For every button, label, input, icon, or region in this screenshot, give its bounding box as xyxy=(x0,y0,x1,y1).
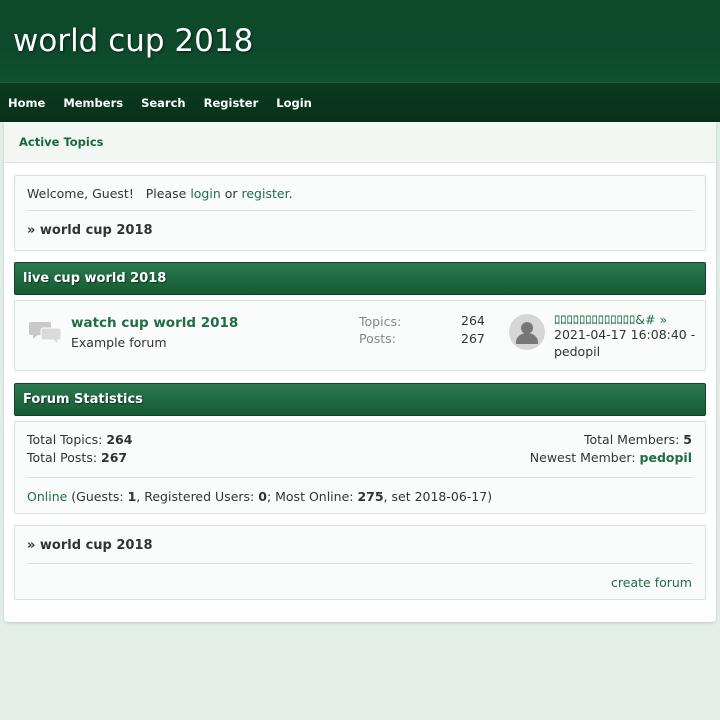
newest-member-link[interactable]: pedopil xyxy=(640,450,692,465)
nav-search[interactable]: Search xyxy=(141,96,186,110)
newest-member-label: Newest Member: xyxy=(529,450,636,465)
most-online-date: , set 2018-06-17) xyxy=(383,489,493,504)
online-line: Online (Guests: 1, Registered Users: 0; … xyxy=(27,489,492,504)
forum-title-link[interactable]: watch cup world 2018 xyxy=(71,315,238,331)
register-link[interactable]: register xyxy=(242,186,289,201)
subnav: Active Topics xyxy=(4,122,716,163)
site-header: world cup 2018 xyxy=(0,0,720,82)
stats-box: Total Topics: 264 Total Posts: 267 Total… xyxy=(14,421,706,514)
welcome-prefix: Welcome, Guest! Please xyxy=(27,186,191,201)
stats-header: Forum Statistics xyxy=(14,383,706,416)
nav-home[interactable]: Home xyxy=(8,96,45,110)
login-link[interactable]: login xyxy=(190,186,220,201)
footer-breadcrumb[interactable]: » world cup 2018 xyxy=(27,538,153,553)
last-post-date: 2021-04-17 16:08:40 - xyxy=(554,327,696,342)
guests-value: 1 xyxy=(127,489,137,504)
most-online-value: 275 xyxy=(357,489,384,504)
footer-box: » world cup 2018 create forum xyxy=(14,525,706,600)
welcome-box: Welcome, Guest! Please login or register… xyxy=(14,175,706,251)
guests-label: (Guests: xyxy=(67,489,128,504)
total-members-label: Total Members: xyxy=(584,432,680,447)
category-header[interactable]: live cup world 2018 xyxy=(14,262,706,295)
forum-row: watch cup world 2018 Example forum Topic… xyxy=(14,300,706,371)
total-members: Total Members: 5 xyxy=(584,432,692,447)
posts-label: Posts: xyxy=(359,331,396,346)
user-avatar-icon[interactable] xyxy=(509,314,545,350)
most-online-label: ; Most Online: xyxy=(266,489,358,504)
forum-description: Example forum xyxy=(71,335,167,350)
welcome-or: or xyxy=(220,186,242,201)
total-topics: Total Topics: 264 xyxy=(27,432,132,447)
last-post-user: pedopil xyxy=(554,344,601,359)
topics-count: 264 xyxy=(461,313,485,328)
nav-register[interactable]: Register xyxy=(204,96,259,110)
newest-member: Newest Member: pedopil xyxy=(530,450,692,465)
total-posts-label: Total Posts: xyxy=(27,450,98,465)
divider xyxy=(27,563,693,564)
registered-label: , Registered Users: xyxy=(136,489,259,504)
posts-count: 267 xyxy=(461,331,485,346)
nav-members[interactable]: Members xyxy=(63,96,123,110)
total-members-value: 5 xyxy=(683,432,692,447)
nav-login[interactable]: Login xyxy=(276,96,312,110)
breadcrumb[interactable]: » world cup 2018 xyxy=(27,223,153,238)
total-posts: Total Posts: 267 xyxy=(27,450,127,465)
divider xyxy=(27,477,693,478)
registered-value: 0 xyxy=(258,489,267,504)
welcome-suffix: . xyxy=(288,186,293,201)
create-forum-link[interactable]: create forum xyxy=(611,575,692,590)
last-post-link[interactable]: ﾛﾛﾛﾛﾛﾛﾛﾛﾛﾛﾛﾛﾛ&# » xyxy=(554,309,667,328)
total-topics-value: 264 xyxy=(106,432,133,447)
total-topics-label: Total Topics: xyxy=(27,432,103,447)
active-topics-link[interactable]: Active Topics xyxy=(19,135,104,149)
total-posts-value: 267 xyxy=(101,450,128,465)
divider xyxy=(27,210,693,211)
online-link[interactable]: Online xyxy=(27,489,67,504)
topics-label: Topics: xyxy=(359,314,402,329)
forum-bubbles-icon xyxy=(29,322,62,345)
main-nav: Home Members Search Register Login xyxy=(0,82,720,122)
welcome-line: Welcome, Guest! Please login or register… xyxy=(27,186,293,201)
site-title[interactable]: world cup 2018 xyxy=(13,0,720,82)
page-container: Active Topics Welcome, Guest! Please log… xyxy=(4,122,716,622)
